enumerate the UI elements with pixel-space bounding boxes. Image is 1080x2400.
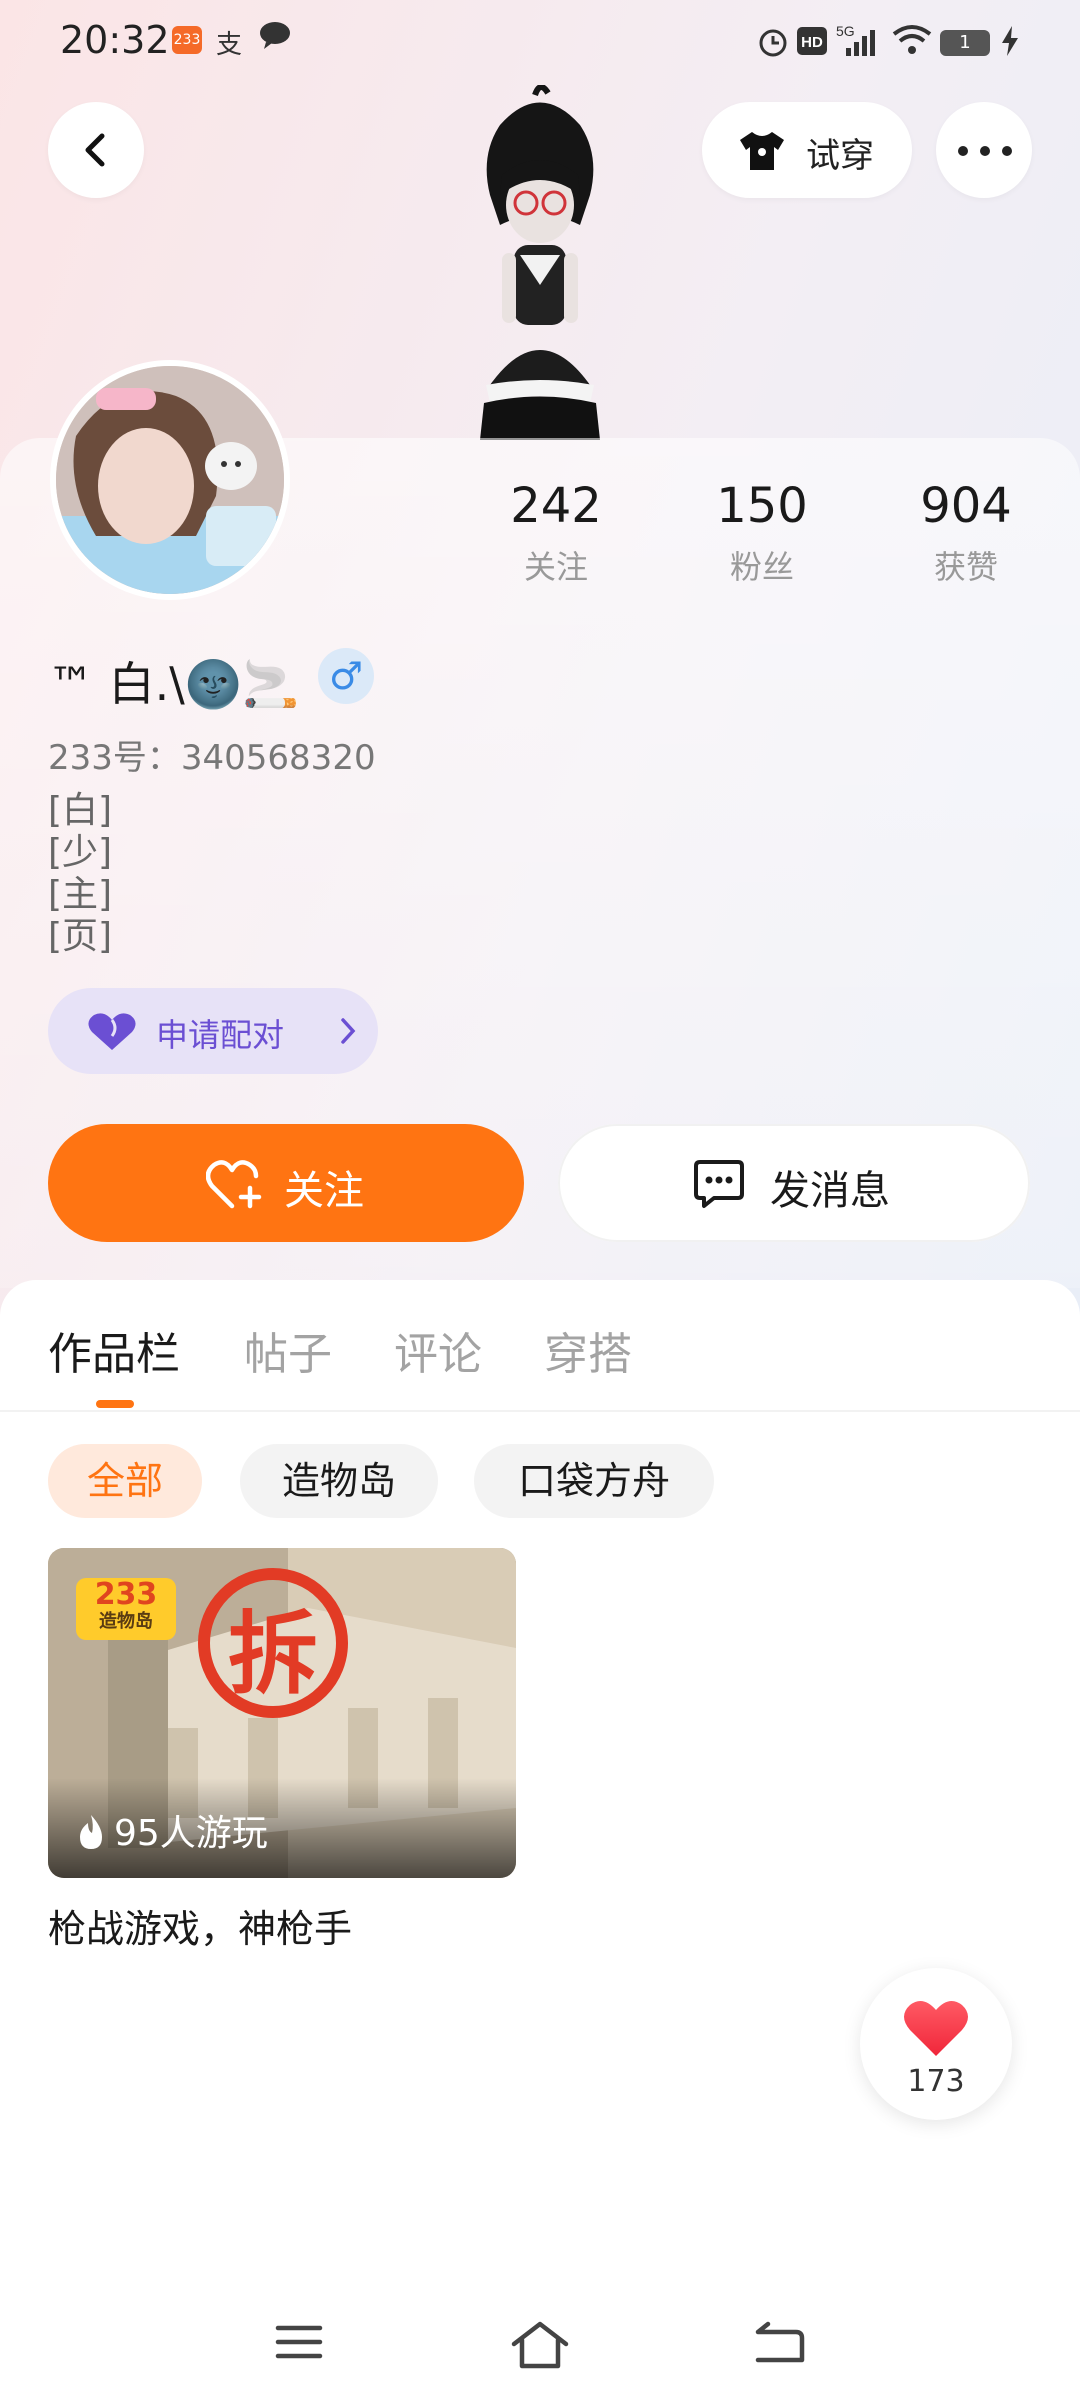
chevron-right-icon (341, 1018, 356, 1044)
username: ™ 白.\🌚🚬 (48, 657, 300, 711)
bio-line: [页] (48, 916, 113, 957)
status-bar: 20:32 233 支 HD 5G 1 (0, 0, 1080, 84)
stat-following[interactable]: 242 关注 (476, 478, 636, 588)
avatar-3d-character (480, 85, 600, 440)
like-button[interactable]: 173 (860, 1968, 1012, 2120)
active-tab-indicator (96, 1400, 134, 1408)
likes-received-label: 获赞 (933, 548, 998, 586)
bio-line: [主] (48, 874, 113, 915)
avatar[interactable] (50, 360, 290, 600)
stat-likes[interactable]: 904 获赞 (886, 478, 1046, 588)
more-button[interactable] (936, 102, 1032, 198)
user-id[interactable]: 233号：340568320 (48, 730, 376, 779)
tab-posts[interactable]: 帖子 (244, 1318, 332, 1382)
charging-icon (1000, 26, 1020, 63)
wifi-icon (892, 24, 932, 63)
play-count: 95人游玩 (76, 1804, 268, 1856)
tab-outfits[interactable]: 穿搭 (544, 1318, 632, 1382)
network-type: 5G (836, 23, 855, 39)
flame-icon (80, 1815, 102, 1849)
battery-indicator: 1 (940, 30, 990, 56)
chevron-left-icon (85, 133, 105, 167)
try-on-button[interactable]: 试穿 (702, 102, 912, 198)
tab-works[interactable]: 作品栏 (48, 1318, 180, 1382)
back-nav-icon[interactable] (752, 2320, 806, 2366)
system-nav-bar (0, 2290, 1080, 2400)
creation-island-logo: 233 造物岛 (76, 1578, 176, 1640)
tshirt-icon (740, 132, 784, 170)
hd-icon: HD (796, 26, 828, 63)
avatar-photo (56, 366, 284, 594)
status-time: 20:32 (60, 18, 170, 62)
message-bubble-icon (694, 1160, 744, 1208)
home-icon[interactable] (510, 2320, 570, 2370)
filter-creation-island[interactable]: 造物岛 (240, 1444, 438, 1518)
alarm-icon (756, 24, 790, 65)
follow-button[interactable]: 关注 (48, 1124, 524, 1242)
send-message-button[interactable]: 发消息 (558, 1124, 1030, 1242)
send-message-label: 发消息 (770, 1168, 890, 1214)
work-title[interactable]: 枪战游戏，神枪手 (48, 1898, 352, 1953)
male-gender-icon: ♂ (318, 648, 374, 704)
logo-text: 造物岛 (99, 1611, 153, 1632)
alipay-icon: 支 (216, 30, 243, 60)
svg-text:HD: HD (801, 34, 823, 51)
fans-count: 150 (716, 478, 808, 534)
play-count-text: 95人游玩 (114, 1813, 268, 1854)
demolish-sign: 拆 (198, 1568, 348, 1718)
pair-heart-icon (88, 1013, 136, 1050)
following-label: 关注 (523, 548, 588, 586)
like-count: 173 (907, 2064, 965, 2099)
chat-notification-icon (258, 20, 292, 57)
menu-icon[interactable] (274, 2320, 324, 2364)
request-pair-button[interactable]: 申请配对 (48, 988, 378, 1074)
heart-icon (904, 2001, 968, 2056)
stat-fans[interactable]: 150 粉丝 (682, 478, 842, 588)
filter-all[interactable]: 全部 (48, 1444, 202, 1518)
logo-number: 233 (94, 1577, 158, 1612)
heart-plus-icon (206, 1160, 262, 1209)
filter-pocket-ark[interactable]: 口袋方舟 (474, 1444, 714, 1518)
tab-comments[interactable]: 评论 (394, 1318, 482, 1382)
back-button[interactable] (48, 102, 144, 198)
following-count: 242 (510, 478, 602, 534)
bio: [白] [少] [主] [页] (48, 790, 112, 958)
request-pair-label: 申请配对 (156, 1016, 285, 1054)
bio-line: [少] (48, 832, 113, 873)
signal-icon: 5G (836, 22, 880, 65)
content-panel: 作品栏 帖子 评论 穿搭 全部 造物岛 口袋方舟 233 造物岛 拆 95人游玩 … (0, 1280, 1080, 2400)
profile-tabs: 作品栏 帖子 评论 穿搭 (0, 1280, 1080, 1412)
likes-received-count: 904 (920, 478, 1012, 534)
follow-label: 关注 (284, 1168, 364, 1214)
app-notification-badge: 233 (172, 26, 202, 54)
fans-label: 粉丝 (729, 548, 794, 586)
try-on-label: 试穿 (806, 136, 874, 176)
work-card[interactable]: 233 造物岛 拆 95人游玩 (48, 1548, 516, 1878)
bio-line: [白] (48, 790, 113, 831)
more-dots-icon (958, 146, 1012, 156)
